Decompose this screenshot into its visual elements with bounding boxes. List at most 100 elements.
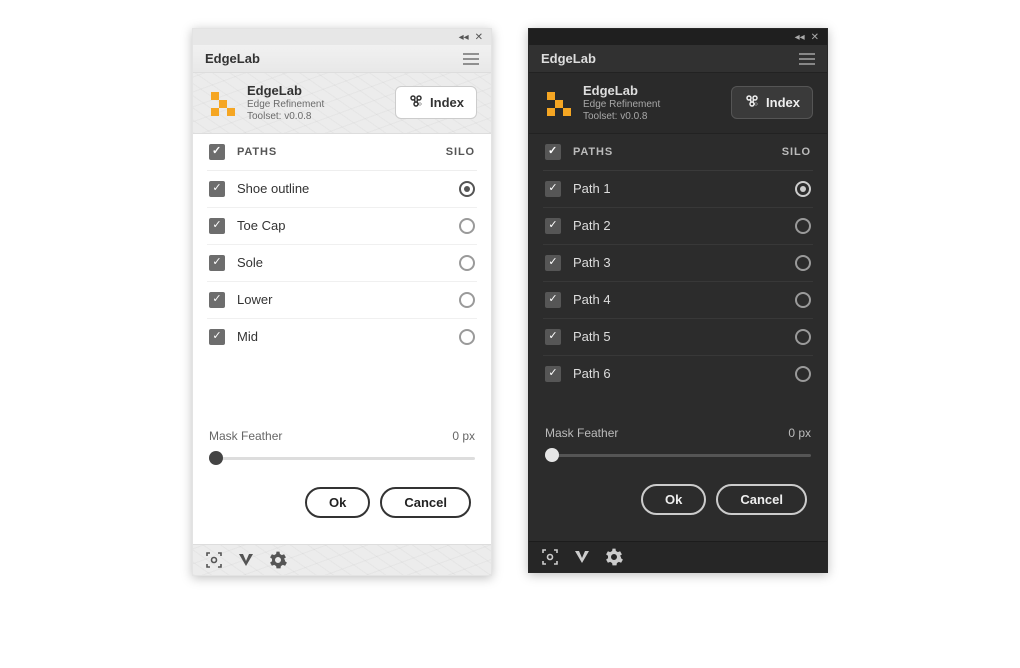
gear-icon[interactable]: [605, 548, 623, 566]
collapse-icon[interactable]: ◂◂: [795, 32, 805, 43]
menu-icon[interactable]: [799, 53, 815, 65]
panel-light: ◂◂ ✕ EdgeLab EdgeLab Edge Refinement Too…: [192, 28, 492, 576]
ok-button[interactable]: Ok: [641, 484, 706, 515]
logo-icon: [207, 88, 237, 118]
header: EdgeLab Edge Refinement Toolset: v0.0.8 …: [529, 73, 827, 134]
focus-icon[interactable]: [541, 548, 559, 566]
path-checkbox[interactable]: [209, 292, 225, 308]
column-silo: SILO: [782, 146, 811, 158]
silo-radio[interactable]: [459, 181, 475, 197]
mask-feather-slider[interactable]: [209, 449, 475, 467]
header: EdgeLab Edge Refinement Toolset: v0.0.8 …: [193, 73, 491, 134]
brand-version: Toolset: v0.0.8: [583, 111, 660, 123]
v-icon[interactable]: [237, 551, 255, 569]
silo-radio[interactable]: [795, 218, 811, 234]
panel-dark: ◂◂ ✕ EdgeLab EdgeLab Edge Refinement Too…: [528, 28, 828, 573]
menu-icon[interactable]: [463, 53, 479, 65]
body: PATHS SILO Path 1Path 2Path 3Path 4Path …: [529, 134, 827, 541]
mask-feather-label: Mask Feather: [209, 429, 282, 443]
silo-radio[interactable]: [795, 181, 811, 197]
path-name: Mid: [237, 329, 447, 344]
path-name: Toe Cap: [237, 218, 447, 233]
table-row: Path 6: [543, 356, 813, 392]
path-name: Path 2: [573, 218, 783, 233]
column-silo: SILO: [446, 146, 475, 158]
cancel-button[interactable]: Cancel: [380, 487, 471, 518]
path-checkbox[interactable]: [545, 292, 561, 308]
silo-radio[interactable]: [459, 255, 475, 271]
silo-radio[interactable]: [795, 366, 811, 382]
path-name: Path 6: [573, 366, 783, 381]
gear-icon[interactable]: [269, 551, 287, 569]
path-checkbox[interactable]: [545, 366, 561, 382]
path-checkbox[interactable]: [545, 218, 561, 234]
table-header: PATHS SILO: [207, 134, 477, 171]
table-row: Sole: [207, 245, 477, 282]
window-controls: ◂◂ ✕: [529, 29, 827, 45]
index-button[interactable]: Index: [731, 86, 813, 119]
button-row: Ok Cancel: [207, 473, 477, 536]
path-name: Path 1: [573, 181, 783, 196]
table-row: Mid: [207, 319, 477, 355]
mask-feather-value: 0 px: [788, 426, 811, 440]
index-label: Index: [430, 95, 464, 110]
mask-feather-label: Mask Feather: [545, 426, 618, 440]
index-icon: [744, 93, 760, 112]
path-name: Shoe outline: [237, 181, 447, 196]
silo-radio[interactable]: [459, 292, 475, 308]
mask-feather-value: 0 px: [452, 429, 475, 443]
brand-title: EdgeLab: [247, 83, 324, 99]
path-checkbox[interactable]: [209, 181, 225, 197]
path-checkbox[interactable]: [209, 218, 225, 234]
brand-subtitle: Edge Refinement: [583, 99, 660, 111]
footer: [529, 541, 827, 572]
table-header: PATHS SILO: [543, 134, 813, 171]
logo-icon: [543, 88, 573, 118]
collapse-icon[interactable]: ◂◂: [459, 32, 469, 43]
silo-radio[interactable]: [459, 218, 475, 234]
close-icon[interactable]: ✕: [475, 32, 483, 43]
mask-feather-control: Mask Feather 0 px: [543, 412, 813, 470]
button-row: Ok Cancel: [543, 470, 813, 533]
mask-feather-slider[interactable]: [545, 446, 811, 464]
silo-radio[interactable]: [795, 329, 811, 345]
path-checkbox[interactable]: [209, 255, 225, 271]
path-name: Sole: [237, 255, 447, 270]
select-all-checkbox[interactable]: [209, 144, 225, 160]
cancel-button[interactable]: Cancel: [716, 484, 807, 515]
index-label: Index: [766, 95, 800, 110]
path-list-dark: Path 1 Path 2 Path 3 Path 4 Path 5 Path 6: [543, 171, 813, 392]
focus-icon[interactable]: [205, 551, 223, 569]
table-row: Toe Cap: [207, 208, 477, 245]
close-icon[interactable]: ✕: [811, 32, 819, 43]
select-all-checkbox[interactable]: [545, 144, 561, 160]
body: PATHS SILO Shoe outline Toe Cap Sole Lower M…: [193, 134, 491, 544]
path-name: Path 4: [573, 292, 783, 307]
index-button[interactable]: Index: [395, 86, 477, 119]
path-name: Lower: [237, 292, 447, 307]
silo-radio[interactable]: [795, 255, 811, 271]
column-paths: PATHS: [573, 146, 770, 158]
table-row: Path 3: [543, 245, 813, 282]
path-checkbox[interactable]: [545, 181, 561, 197]
silo-radio[interactable]: [459, 329, 475, 345]
table-row: Path 1: [543, 171, 813, 208]
path-checkbox[interactable]: [545, 329, 561, 345]
table-row: Path 2: [543, 208, 813, 245]
table-row: Lower: [207, 282, 477, 319]
table-row: Path 5: [543, 319, 813, 356]
mask-feather-control: Mask Feather 0 px: [207, 415, 477, 473]
path-list-light: Shoe outline Toe Cap Sole Lower Mid: [207, 171, 477, 355]
tab-title: EdgeLab: [541, 51, 596, 66]
path-checkbox[interactable]: [545, 255, 561, 271]
path-name: Path 5: [573, 329, 783, 344]
v-icon[interactable]: [573, 548, 591, 566]
path-name: Path 3: [573, 255, 783, 270]
silo-radio[interactable]: [795, 292, 811, 308]
index-icon: [408, 93, 424, 112]
path-checkbox[interactable]: [209, 329, 225, 345]
ok-button[interactable]: Ok: [305, 487, 370, 518]
footer: [193, 544, 491, 575]
titlebar: EdgeLab: [193, 45, 491, 73]
column-paths: PATHS: [237, 146, 434, 158]
